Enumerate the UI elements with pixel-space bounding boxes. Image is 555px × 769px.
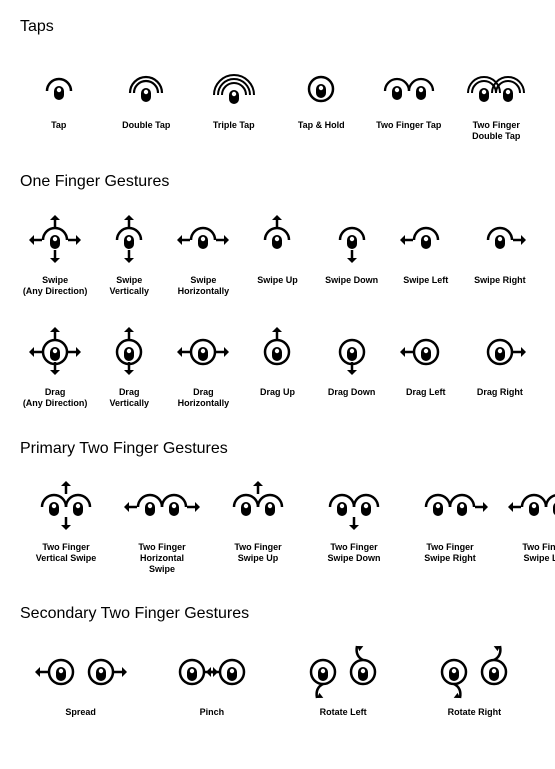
gesture-drag-vert: DragVertically xyxy=(94,327,164,410)
gesture-drag-any: Drag(Any Direction) xyxy=(20,327,90,410)
gesture-swipe-down: Swipe Down xyxy=(317,215,387,298)
gesture-label: Two FingerSwipe Left xyxy=(522,542,555,565)
drag-vert-icon xyxy=(95,327,163,377)
two-up-icon xyxy=(212,482,304,532)
gesture-label: Spread xyxy=(65,707,96,718)
gesture-two-vert: Two FingerVertical Swipe xyxy=(20,482,112,576)
section-title-taps: Taps xyxy=(20,18,535,36)
gesture-two-left: Two FingerSwipe Left xyxy=(500,482,555,576)
gesture-label: Two FingerHorizontalSwipe xyxy=(138,542,185,576)
spread-icon xyxy=(31,647,131,697)
section-title-one-finger: One Finger Gestures xyxy=(20,173,535,191)
pinch-icon xyxy=(162,647,262,697)
gesture-label: Drag Left xyxy=(406,387,446,398)
two-right-icon xyxy=(404,482,496,532)
rotate-left-icon xyxy=(293,647,393,697)
swipe-any-icon xyxy=(21,215,89,265)
row-swipe: Swipe(Any Direction) SwipeVertically Swi… xyxy=(20,215,535,298)
two-finger-double-tap-icon xyxy=(464,60,528,110)
gesture-label: DragHorizontally xyxy=(178,387,230,410)
gesture-tap: Tap xyxy=(20,60,98,143)
gesture-label: Two FingerSwipe Down xyxy=(327,542,380,565)
swipe-left-icon xyxy=(392,215,460,265)
gesture-rotate-right: Rotate Right xyxy=(414,647,535,718)
gesture-label: Swipe Down xyxy=(325,275,378,286)
gesture-label: Swipe Left xyxy=(403,275,448,286)
section-title-secondary-two: Secondary Two Finger Gestures xyxy=(20,605,535,623)
gesture-drag-down: Drag Down xyxy=(317,327,387,410)
two-left-icon xyxy=(500,482,555,532)
gesture-label: Drag Down xyxy=(328,387,376,398)
gesture-label: SwipeHorizontally xyxy=(178,275,230,298)
gesture-two-down: Two FingerSwipe Down xyxy=(308,482,400,576)
section-title-primary-two: Primary Two Finger Gestures xyxy=(20,440,535,458)
gesture-label: Drag Up xyxy=(260,387,295,398)
row-drag: Drag(Any Direction) DragVertically DragH… xyxy=(20,327,535,410)
gesture-label: Pinch xyxy=(200,707,225,718)
drag-left-icon xyxy=(392,327,460,377)
gesture-triple-tap: Triple Tap xyxy=(195,60,273,143)
swipe-vert-icon xyxy=(95,215,163,265)
gesture-label: Rotate Right xyxy=(448,707,502,718)
gesture-label: Triple Tap xyxy=(213,120,255,131)
gesture-two-right: Two FingerSwipe Right xyxy=(404,482,496,576)
two-down-icon xyxy=(308,482,400,532)
tap-icon xyxy=(39,60,79,110)
gesture-label: DragVertically xyxy=(109,387,149,410)
gesture-swipe-up: Swipe Up xyxy=(242,215,312,298)
swipe-down-icon xyxy=(318,215,386,265)
two-finger-tap-icon xyxy=(381,60,437,110)
gesture-two-up: Two FingerSwipe Up xyxy=(212,482,304,576)
gesture-swipe-left: Swipe Left xyxy=(391,215,461,298)
gesture-label: Two FingerSwipe Up xyxy=(234,542,281,565)
tap-hold-icon xyxy=(301,60,341,110)
gesture-label: Two FingerSwipe Right xyxy=(424,542,476,565)
gesture-label: Drag Right xyxy=(477,387,523,398)
rotate-right-icon xyxy=(424,647,524,697)
drag-up-icon xyxy=(243,327,311,377)
gesture-label: Two FingerVertical Swipe xyxy=(36,542,97,565)
gesture-drag-left: Drag Left xyxy=(391,327,461,410)
gesture-label: Two Finger Double Tap xyxy=(458,120,536,143)
gesture-two-horiz: Two FingerHorizontalSwipe xyxy=(116,482,208,576)
drag-down-icon xyxy=(318,327,386,377)
row-primary-two: Two FingerVertical Swipe Two FingerHoriz… xyxy=(20,482,535,576)
gesture-label: SwipeVertically xyxy=(109,275,149,298)
gesture-two-finger-tap: Two Finger Tap xyxy=(370,60,448,143)
gesture-spread: Spread xyxy=(20,647,141,718)
gesture-label: Drag(Any Direction) xyxy=(23,387,88,410)
swipe-right-icon xyxy=(466,215,534,265)
swipe-up-icon xyxy=(243,215,311,265)
drag-any-icon xyxy=(21,327,89,377)
gesture-pinch: Pinch xyxy=(151,647,272,718)
gesture-two-finger-double-tap: Two Finger Double Tap xyxy=(458,60,536,143)
two-horiz-icon xyxy=(116,482,208,532)
gesture-label: Swipe(Any Direction) xyxy=(23,275,88,298)
drag-horiz-icon xyxy=(169,327,237,377)
gesture-rotate-left: Rotate Left xyxy=(283,647,404,718)
gesture-swipe-vert: SwipeVertically xyxy=(94,215,164,298)
gesture-label: Tap & Hold xyxy=(298,120,345,131)
gesture-swipe-horiz: SwipeHorizontally xyxy=(168,215,238,298)
gesture-label: Two Finger Tap xyxy=(376,120,441,131)
row-secondary-two: Spread Pinch Rotate Left Rotate Right xyxy=(20,647,535,718)
gesture-swipe-any: Swipe(Any Direction) xyxy=(20,215,90,298)
two-vert-icon xyxy=(20,482,112,532)
swipe-horiz-icon xyxy=(169,215,237,265)
double-tap-icon xyxy=(124,60,168,110)
gesture-label: Swipe Right xyxy=(474,275,526,286)
drag-right-icon xyxy=(466,327,534,377)
gesture-label: Rotate Left xyxy=(320,707,367,718)
gesture-drag-up: Drag Up xyxy=(242,327,312,410)
gesture-label: Double Tap xyxy=(122,120,170,131)
triple-tap-icon xyxy=(210,60,258,110)
row-taps: Tap Double Tap xyxy=(20,60,535,143)
gesture-label: Tap xyxy=(51,120,66,131)
gesture-tap-hold: Tap & Hold xyxy=(283,60,361,143)
gesture-double-tap: Double Tap xyxy=(108,60,186,143)
gesture-swipe-right: Swipe Right xyxy=(465,215,535,298)
gesture-drag-right: Drag Right xyxy=(465,327,535,410)
gesture-drag-horiz: DragHorizontally xyxy=(168,327,238,410)
gesture-label: Swipe Up xyxy=(257,275,298,286)
